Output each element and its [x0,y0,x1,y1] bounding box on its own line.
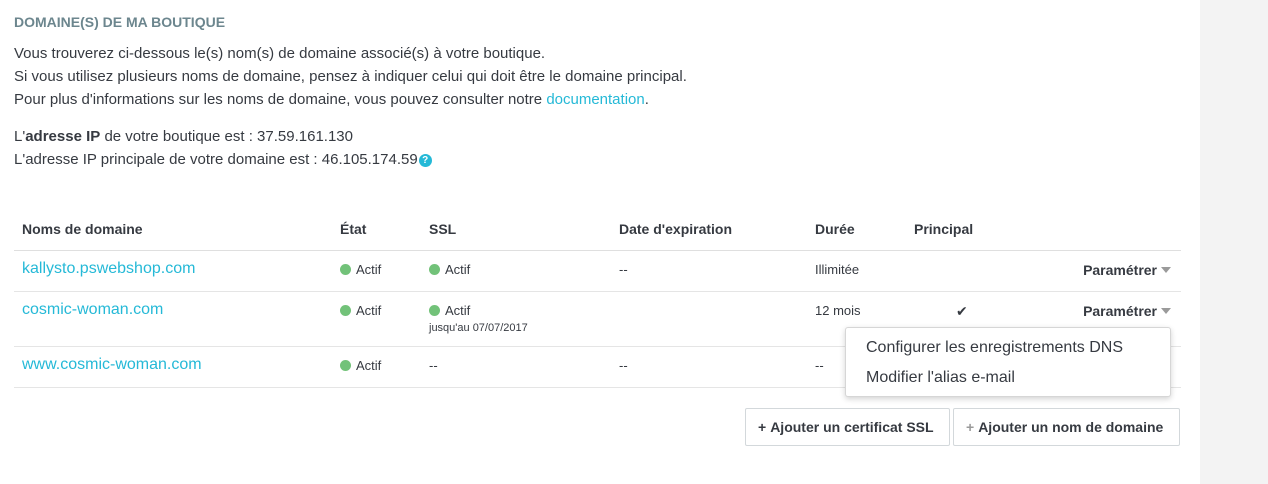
add-domain-label: Ajouter un nom de domaine [978,419,1164,435]
configure-button[interactable]: Paramétrer [1083,262,1173,278]
plus-icon: + [966,419,975,435]
table-header-row: Noms de domaine État SSL Date d'expirati… [14,209,1181,251]
principal-cell [906,250,1016,292]
intro-line-1: Vous trouverez ci-dessous le(s) nom(s) d… [14,45,546,62]
ssl-label: Actif [445,302,471,318]
ssl-cell: Actif [421,250,611,292]
configure-label: Paramétrer [1083,261,1157,278]
expiration-cell: -- [611,346,807,388]
documentation-link[interactable]: documentation [546,91,644,108]
add-domain-button[interactable]: + Ajouter un nom de domaine [953,408,1180,446]
menu-item-email-alias[interactable]: Modifier l'alias e-mail [846,367,1170,397]
status-dot-icon [340,359,351,371]
state-cell: Actif [332,250,421,292]
ssl-expiry-note: jusqu'au 07/07/2017 [429,321,528,334]
shop-ip-bold: adresse IP [25,128,101,145]
help-icon[interactable]: ? [418,154,432,167]
status-dot-icon [429,263,440,275]
menu-item-configure-dns[interactable]: Configurer les enregistrements DNS [846,337,1170,367]
domain-link[interactable]: cosmic-woman.com [22,301,163,318]
domain-cell: cosmic-woman.com [14,291,332,347]
domains-panel: DOMAINE(S) DE MA BOUTIQUE Vous trouverez… [0,0,1200,484]
shop-ip-rest: de votre boutique est : 37.59.161.130 [100,128,353,145]
table-row: kallysto.pswebshop.com Actif Actif -- Il… [14,250,1181,292]
state-label: Actif [356,302,382,318]
intro-line-3: Pour plus d'informations sur les noms de… [14,88,687,111]
state-cell: Actif [332,291,421,347]
plus-icon: + [758,419,767,435]
state-cell: Actif [332,346,421,388]
intro-text: Vous trouverez ci-dessous le(s) nom(s) d… [14,42,687,111]
expiration-cell [611,291,807,347]
col-duration: Durée [807,209,906,251]
add-ssl-label: Ajouter un certificat SSL [770,419,934,435]
domain-cell: kallysto.pswebshop.com [14,250,332,292]
ip-info: L'adresse IP de votre boutique est : 37.… [14,125,432,171]
section-title: DOMAINE(S) DE MA BOUTIQUE [14,14,226,30]
caret-down-icon [1161,307,1171,314]
intro-line-3-suffix: . [644,91,649,108]
domain-link[interactable]: www.cosmic-woman.com [22,356,202,373]
caret-down-icon [1161,266,1171,273]
configure-label: Paramétrer [1083,302,1157,319]
add-ssl-certificate-button[interactable]: + Ajouter un certificat SSL [745,408,950,446]
duration-cell: Illimitée [807,250,906,292]
shop-ip-line: L'adresse IP de votre boutique est : 37.… [14,125,432,148]
intro-line-2: Si vous utilisez plusieurs noms de domai… [14,68,687,85]
configure-button[interactable]: Paramétrer [1083,303,1173,319]
state-label: Actif [356,357,382,373]
domain-ip-line: L'adresse IP principale de votre domaine… [14,148,432,171]
ssl-cell: -- [421,346,611,388]
ssl-label: Actif [445,261,471,277]
expiration-cell: -- [611,250,807,292]
col-state: État [332,209,421,251]
col-actions [1016,209,1181,251]
col-ssl: SSL [421,209,611,251]
status-dot-icon [340,263,351,275]
col-domain-name: Noms de domaine [14,209,332,251]
domain-ip-text: L'adresse IP principale de votre domaine… [14,151,418,168]
intro-line-3-prefix: Pour plus d'informations sur les noms de… [14,91,547,108]
domain-cell: www.cosmic-woman.com [14,346,332,388]
shop-ip-prefix: L' [14,128,26,145]
status-dot-icon [429,304,440,316]
checkmark-icon: ✔ [956,302,968,319]
configure-dropdown-menu: Configurer les enregistrements DNS Modif… [845,327,1171,397]
ssl-cell: Actif jusqu'au 07/07/2017 [421,291,611,347]
actions-cell: Paramétrer [1016,250,1181,292]
col-expiration: Date d'expiration [611,209,807,251]
col-principal: Principal [906,209,1016,251]
state-label: Actif [356,261,382,277]
domain-link[interactable]: kallysto.pswebshop.com [22,260,195,277]
status-dot-icon [340,304,351,316]
